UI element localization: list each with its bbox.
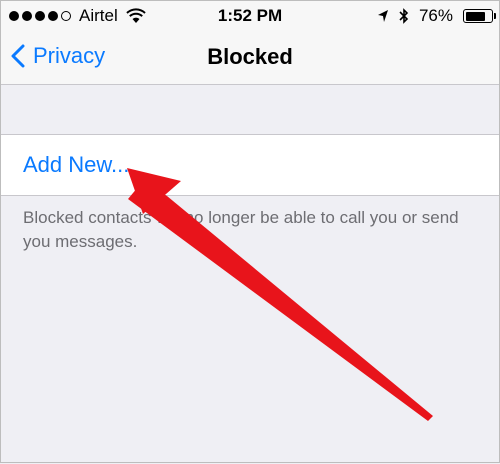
- battery-percent: 76%: [418, 6, 453, 25]
- blocked-footer-note: Blocked contacts will no longer be able …: [23, 208, 459, 251]
- status-right: 76%: [377, 6, 496, 26]
- bluetooth-icon: [399, 8, 409, 24]
- location-arrow-icon: [377, 10, 388, 22]
- add-new-row[interactable]: Add New...: [1, 134, 499, 196]
- status-bar: Airtel 1:52 PM 76%: [1, 1, 499, 35]
- page-title: Blocked: [207, 44, 293, 69]
- add-new-button[interactable]: Add New...: [23, 152, 129, 178]
- battery-icon: [463, 9, 496, 23]
- navigation-bar: Privacy Blocked: [1, 35, 499, 85]
- battery-fill: [465, 11, 485, 21]
